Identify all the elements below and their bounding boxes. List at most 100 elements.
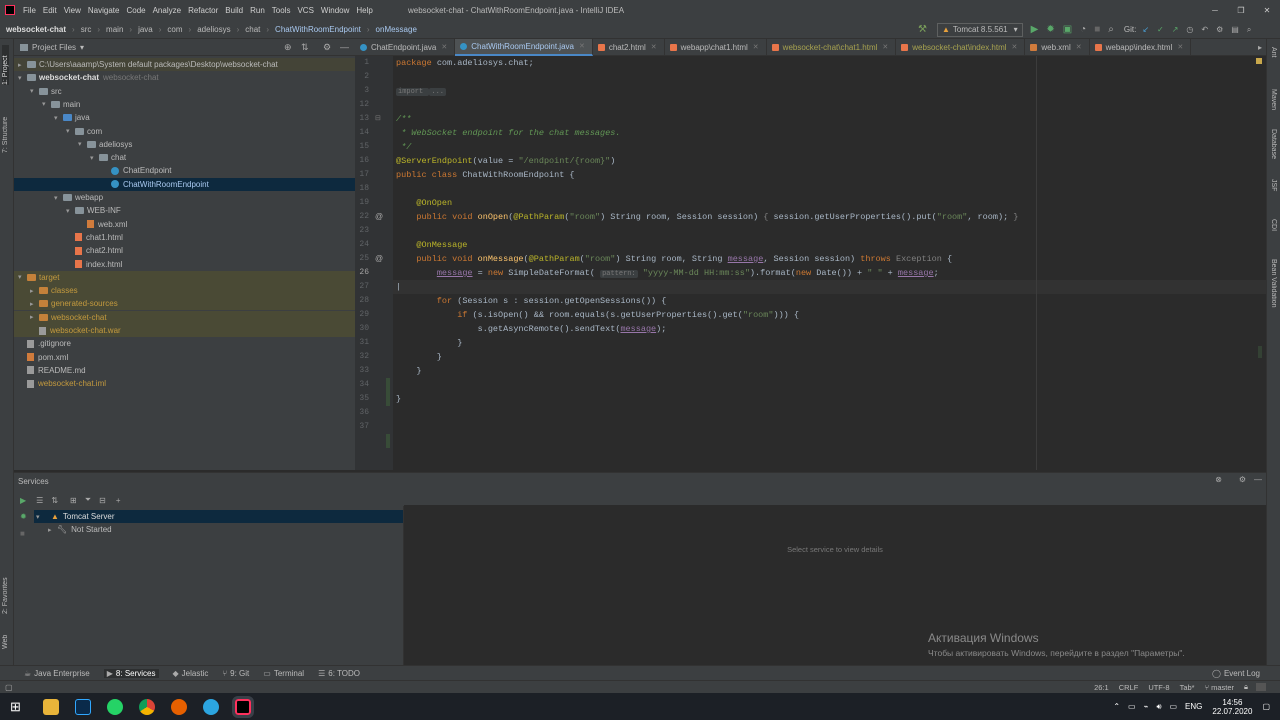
menu-view[interactable]: View — [64, 6, 81, 15]
tray-chevron-icon[interactable]: ⌃ — [1113, 702, 1120, 711]
tree-node[interactable]: chat2.html — [14, 244, 355, 257]
firefox-icon[interactable] — [170, 698, 187, 715]
stop-icon[interactable]: ■ — [20, 529, 25, 538]
add-service-icon[interactable]: + — [116, 496, 121, 505]
history-icon[interactable]: ◷ — [1186, 25, 1193, 34]
notifications-icon[interactable]: ▢ — [1262, 702, 1270, 711]
menu-code[interactable]: Code — [126, 6, 145, 15]
tool-window-button[interactable]: ▶ 8: Services — [103, 668, 159, 678]
right-tool-cdi[interactable]: CDI — [1270, 219, 1277, 239]
expand-arrow-icon[interactable]: ▾ — [54, 114, 63, 122]
chevron-down-icon[interactable]: ▾ — [80, 43, 84, 52]
close-icon[interactable]: ✕ — [882, 43, 888, 51]
menu-edit[interactable]: Edit — [43, 6, 57, 15]
tool-window-button[interactable]: ☰ 6: TODO — [318, 669, 360, 678]
expand-arrow-icon[interactable]: ▾ — [30, 87, 39, 95]
tree-node[interactable]: ▾ webapp — [14, 191, 355, 204]
tree-node[interactable]: ChatWithRoomEndpoint — [14, 177, 355, 191]
web-tool-button[interactable]: Web — [2, 629, 9, 649]
new-tab-icon[interactable]: ⊟ — [99, 496, 106, 505]
expand-arrow-icon[interactable]: ▸ — [30, 313, 39, 321]
expand-arrow-icon[interactable]: ▸ — [48, 526, 57, 534]
tree-node[interactable]: ▾ adeliosys — [14, 138, 355, 151]
windows-start-icon[interactable]: ⊞ — [10, 699, 21, 715]
expand-arrow-icon[interactable]: ▾ — [42, 100, 51, 108]
debug-icon[interactable]: ✹ — [1046, 24, 1054, 35]
status-toggle-icon[interactable]: ▢ — [5, 683, 13, 692]
expand-arrow-icon[interactable]: ▾ — [66, 127, 75, 135]
settings-icon[interactable]: ⚙ — [1216, 25, 1223, 34]
service-row-status[interactable]: ▸ 🔧︎ Not Started — [48, 523, 112, 536]
clock[interactable]: 14:56 22.07.2020 — [1212, 698, 1252, 716]
tree-node[interactable]: websocket-chat.iml — [14, 377, 355, 390]
tree-node[interactable]: ▾ java — [14, 111, 355, 124]
stop-icon[interactable]: ■ — [1094, 24, 1100, 35]
indent-setting[interactable]: Tab* — [1180, 683, 1195, 692]
close-icon[interactable]: ✕ — [1012, 43, 1018, 51]
tree-node[interactable]: web.xml — [14, 218, 355, 231]
battery-icon[interactable]: ▭ — [1169, 702, 1177, 711]
editor-tab[interactable]: websocket-chat\index.html ✕ — [896, 38, 1026, 56]
tool-window-button[interactable]: ☕︎ Java Enterprise — [24, 669, 90, 678]
caret-position[interactable]: 26:1 — [1094, 683, 1109, 692]
filter-icon[interactable]: ⏷ — [85, 495, 91, 505]
breadcrumb-item[interactable]: main — [106, 25, 123, 34]
editor-tab[interactable]: webapp\index.html ✕ — [1090, 38, 1192, 56]
menu-help[interactable]: Help — [356, 6, 372, 15]
expand-arrow-icon[interactable]: ▾ — [18, 74, 27, 82]
tree-node[interactable]: .gitignore — [14, 337, 355, 350]
close-icon[interactable]: ✕ — [1076, 43, 1082, 51]
line-separator[interactable]: CRLF — [1119, 683, 1139, 692]
expand-arrow-icon[interactable]: ▸ — [18, 61, 27, 69]
expand-arrow-icon[interactable]: ▾ — [90, 154, 99, 162]
tool-window-button[interactable]: ◆ Jelastic — [173, 669, 209, 678]
structure-tool-button[interactable]: 7: Structure — [2, 103, 9, 153]
git-commit-icon[interactable]: ✓ — [1157, 25, 1164, 34]
gear-icon[interactable]: ⚙ — [323, 42, 331, 53]
hide-panel-icon[interactable]: — — [1254, 475, 1262, 484]
intellij-icon[interactable] — [231, 695, 254, 718]
chrome-icon[interactable] — [138, 698, 155, 715]
editor-tab[interactable]: websocket-chat\chat1.html ✕ — [767, 38, 897, 56]
lock-icon[interactable]: 🔒︎ — [1244, 682, 1248, 692]
git-update-icon[interactable]: ↙ — [1142, 25, 1149, 34]
expand-arrow-icon[interactable]: ▾ — [54, 194, 63, 202]
tree-node[interactable]: chat1.html — [14, 231, 355, 244]
tree-node[interactable]: ▾ com — [14, 125, 355, 138]
close-icon[interactable]: ✕ — [1254, 6, 1280, 15]
tree-node[interactable]: ▸ generated-sources — [14, 297, 355, 311]
group-icon[interactable]: ⊞ — [70, 496, 77, 505]
file-explorer-icon[interactable] — [42, 698, 59, 715]
tree-node[interactable]: ▾ src — [14, 85, 355, 98]
breadcrumb-item[interactable]: chat — [245, 25, 260, 34]
breadcrumb-item[interactable]: com — [167, 25, 182, 34]
menu-file[interactable]: File — [23, 6, 36, 15]
tree-node[interactable]: ▾ websocket-chat websocket-chat — [14, 71, 355, 84]
minimize-icon[interactable]: ─ — [1202, 6, 1228, 15]
close-icon[interactable]: ✕ — [753, 43, 759, 51]
tree-node[interactable]: ▾ main — [14, 98, 355, 111]
editor-tab[interactable]: web.xml ✕ — [1025, 38, 1090, 56]
expand-arrow-icon[interactable]: ▾ — [36, 513, 45, 521]
view-options-icon[interactable]: ⊗ — [1215, 475, 1222, 484]
favorites-tool-button[interactable]: 2: Favorites — [2, 569, 9, 614]
memory-indicator[interactable] — [1256, 683, 1266, 691]
breadcrumb-item[interactable]: java — [138, 25, 153, 34]
volume-icon[interactable]: 🔊︎ — [1156, 702, 1161, 712]
editor-tab[interactable]: ChatWithRoomEndpoint.java ✕ — [455, 38, 593, 56]
tree-node[interactable]: pom.xml — [14, 351, 355, 364]
file-encoding[interactable]: UTF-8 — [1148, 683, 1169, 692]
menu-run[interactable]: Run — [250, 6, 265, 15]
event-log-button[interactable]: ◯ Event Log — [1212, 669, 1260, 678]
tree-node[interactable]: index.html — [14, 258, 355, 271]
collapse-all-icon[interactable]: ⇅ — [301, 42, 309, 53]
git-branch[interactable]: master — [1211, 683, 1234, 692]
breadcrumb-item[interactable]: adeliosys — [197, 25, 230, 34]
tree-node[interactable]: ChatEndpoint — [14, 164, 355, 177]
expand-arrow-icon[interactable]: ▸ — [30, 300, 39, 308]
search-everywhere-icon[interactable]: ⌕ — [1247, 25, 1251, 35]
project-tool-button[interactable]: 1: Project — [2, 45, 9, 85]
tree-node[interactable]: websocket-chat.war — [14, 324, 355, 337]
collapse-all-icon[interactable]: ⇅ — [51, 496, 58, 505]
expand-arrow-icon[interactable]: ▾ — [78, 140, 87, 148]
